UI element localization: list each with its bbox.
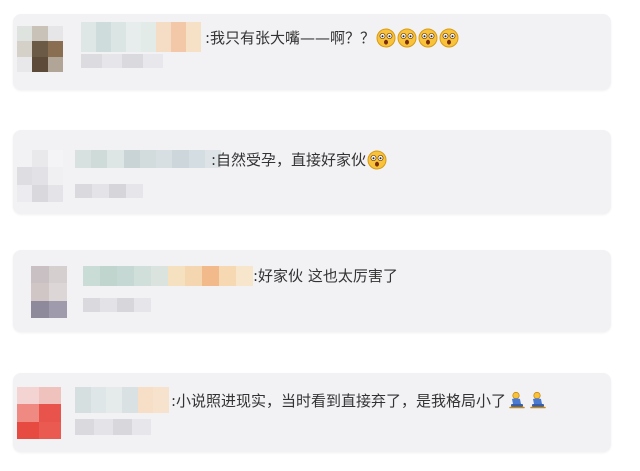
kneeling-person-icon <box>528 391 548 411</box>
timestamp <box>81 54 163 68</box>
shocked-face-icon <box>367 150 387 170</box>
comment-card: :我只有张大嘴——啊？？ <box>13 14 611 90</box>
kneeling-person-icon <box>507 391 527 411</box>
comment-text: :好家伙 这也太厉害了 <box>253 266 398 286</box>
timestamp <box>83 298 151 312</box>
shocked-face-icon <box>397 28 417 48</box>
comment-text: :我只有张大嘴——啊？？ <box>205 28 459 48</box>
comment-body: :自然受孕，直接好家伙 <box>211 151 367 169</box>
shocked-face-icon <box>418 28 438 48</box>
timestamp <box>75 184 143 198</box>
avatar[interactable] <box>17 387 61 439</box>
shocked-face-icon <box>439 28 459 48</box>
username[interactable] <box>75 387 169 413</box>
avatar[interactable] <box>31 266 67 318</box>
comment-body: :小说照进现实，当时看到直接弃了，是我格局小了 <box>171 392 507 410</box>
username[interactable] <box>81 22 201 52</box>
comment-card: :好家伙 这也太厉害了 <box>13 250 611 332</box>
avatar[interactable] <box>17 26 63 72</box>
comment-feed: :我只有张大嘴——啊？？ :自然受孕，直接好家伙:好家伙 这也太厉害了:小说… <box>0 0 640 471</box>
comment-body: :我只有张大嘴——啊？？ <box>205 29 376 47</box>
shocked-face-icon <box>376 28 396 48</box>
comment-body: :好家伙 这也太厉害了 <box>253 267 398 285</box>
avatar[interactable] <box>17 150 63 202</box>
username[interactable] <box>83 266 253 286</box>
comment-card: :小说照进现实，当时看到直接弃了，是我格局小了 <box>13 373 611 452</box>
username[interactable] <box>75 150 221 168</box>
comment-card: :自然受孕，直接好家伙 <box>13 130 611 214</box>
comment-text: :自然受孕，直接好家伙 <box>211 150 387 170</box>
timestamp <box>75 419 151 435</box>
comment-text: :小说照进现实，当时看到直接弃了，是我格局小了 <box>171 391 548 411</box>
